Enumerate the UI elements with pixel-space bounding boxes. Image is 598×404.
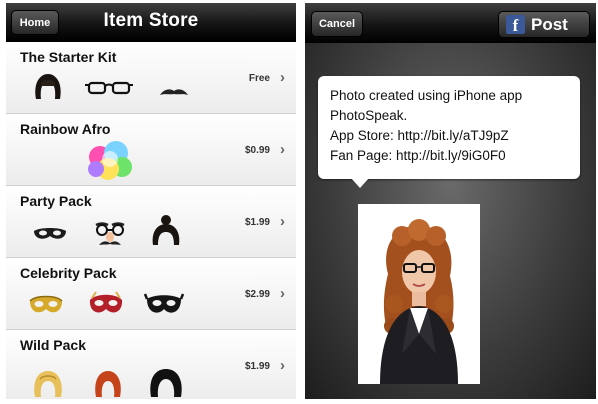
post-label: Post xyxy=(531,15,568,34)
item-title: Wild Pack xyxy=(20,337,87,353)
item-price: $2.99 xyxy=(244,289,270,300)
post-nav-bar: Cancel f Post xyxy=(305,3,596,43)
eye-mask-icon xyxy=(30,213,70,253)
glasses-icon xyxy=(84,69,134,109)
message-line: App Store: http://bit.ly/aTJ9pZ xyxy=(330,128,509,143)
list-item-party-pack[interactable]: Party Pack $1.99 › xyxy=(6,186,296,258)
item-price: Free xyxy=(248,73,270,84)
red-wig-icon xyxy=(88,357,128,397)
message-line: Fan Page: http://bit.ly/9iG0F0 xyxy=(330,148,506,163)
item-title: Party Pack xyxy=(20,193,92,209)
item-title: Rainbow Afro xyxy=(20,121,111,137)
red-mask-icon xyxy=(86,285,126,325)
list-item-wild-pack[interactable]: Wild Pack $1.99 › xyxy=(6,330,296,399)
gold-mask-icon xyxy=(26,285,66,325)
item-title: Celebrity Pack xyxy=(20,265,117,281)
item-price: $0.99 xyxy=(244,145,270,156)
bubble-tail xyxy=(351,178,369,188)
list-item-starter-kit[interactable]: The Starter Kit Free › xyxy=(6,42,296,114)
chevron-right-icon: › xyxy=(280,213,285,230)
message-line: PhotoSpeak. xyxy=(330,108,408,123)
list-item-celebrity-pack[interactable]: Celebrity Pack $2.99 › xyxy=(6,258,296,330)
item-price: $1.99 xyxy=(244,217,270,228)
item-store-screen: Home Item Store The Starter Kit Free › R… xyxy=(6,3,296,399)
facebook-icon: f xyxy=(506,15,525,35)
page-title: Item Store xyxy=(103,10,199,31)
chevron-right-icon: › xyxy=(280,285,285,302)
mustache-icon xyxy=(154,69,194,109)
chevron-right-icon: › xyxy=(280,357,285,374)
portrait-photo-icon xyxy=(358,204,480,384)
home-button[interactable]: Home xyxy=(11,10,59,35)
rainbow-afro-icon xyxy=(86,139,134,183)
item-title: The Starter Kit xyxy=(20,49,117,65)
item-list: The Starter Kit Free › Rainbow Afro $0.9… xyxy=(6,42,296,399)
cancel-button[interactable]: Cancel xyxy=(311,11,363,37)
chevron-right-icon: › xyxy=(280,141,285,158)
facebook-post-button[interactable]: f Post xyxy=(498,11,590,38)
blonde-wig-icon xyxy=(28,357,68,397)
item-price: $1.99 xyxy=(244,361,270,372)
bob-wig-icon xyxy=(28,69,68,109)
black-wig-icon xyxy=(146,357,186,397)
message-bubble[interactable]: Photo created using iPhone app PhotoSpea… xyxy=(318,76,580,188)
bun-wig-icon xyxy=(146,213,186,253)
black-mask-icon xyxy=(144,285,184,325)
store-nav-bar: Home Item Store xyxy=(6,3,296,42)
list-item-rainbow-afro[interactable]: Rainbow Afro $0.99 › xyxy=(6,114,296,186)
chevron-right-icon: › xyxy=(280,69,285,86)
message-line: Photo created using iPhone app xyxy=(330,88,523,103)
groucho-glasses-icon xyxy=(90,213,130,253)
post-screen: Cancel f Post Photo created using iPhone… xyxy=(305,3,596,399)
